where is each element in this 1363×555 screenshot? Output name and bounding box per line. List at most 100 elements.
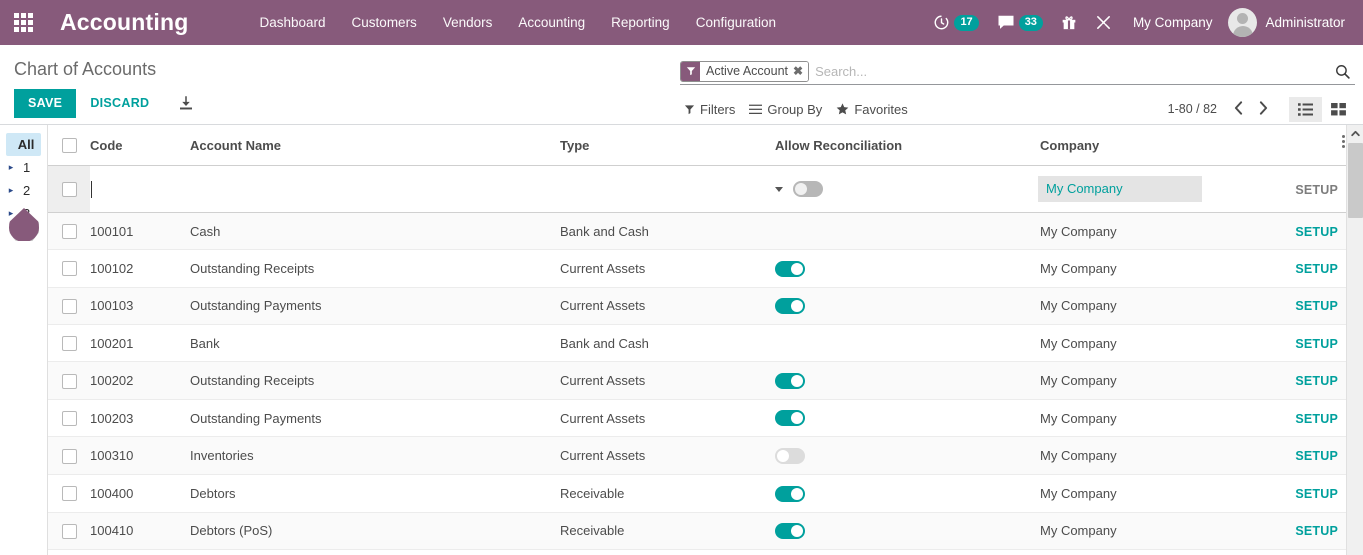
checkbox-icon[interactable] [62,224,77,239]
cell-code[interactable] [90,166,190,213]
messages-button[interactable]: 33 [988,0,1052,45]
cell-company[interactable]: My Company [1040,250,1280,288]
column-header-account-name[interactable]: Account Name [190,125,560,166]
pager-next-button[interactable] [1252,99,1275,120]
table-row[interactable]: My Company SETUP [48,166,1348,213]
setup-button[interactable]: SETUP [1295,337,1338,351]
table-row[interactable]: 100203Outstanding PaymentsCurrent Assets… [48,399,1348,437]
cell-code[interactable]: 100201 [90,325,190,362]
cell-company[interactable]: My Company [1040,512,1280,550]
cell-type[interactable]: Bank and Cash [560,325,775,362]
cell-type[interactable]: Receivable [560,512,775,550]
cell-type[interactable] [560,166,775,213]
apps-menu-button[interactable] [0,0,46,45]
cell-account-name[interactable]: Outstanding Payments [190,399,560,437]
cell-account-name[interactable]: Bank [190,325,560,362]
company-m2o-input[interactable]: My Company [1038,176,1202,202]
checkbox-icon[interactable] [62,486,77,501]
cell-code[interactable]: 100310 [90,437,190,475]
cell-type[interactable]: Current Assets [560,250,775,288]
cell-code[interactable]: 100101 [90,213,190,250]
search-icon[interactable] [1328,63,1355,80]
cell-company[interactable]: My Company [1040,325,1280,362]
kanban-view-button[interactable] [1322,97,1355,122]
debug-tools-button[interactable] [1086,0,1121,45]
reconciliation-toggle[interactable] [775,448,805,464]
cell-company[interactable]: My Company [1040,475,1280,513]
cell-account-name[interactable] [190,166,560,213]
caret-right-icon[interactable]: ▸ [4,162,18,173]
table-row[interactable]: 100202Outstanding ReceiptsCurrent Assets… [48,362,1348,400]
setup-button[interactable]: SETUP [1295,225,1338,239]
cell-account-name[interactable]: Outstanding Receipts [190,250,560,288]
cell-company[interactable]: My Company [1040,362,1280,400]
setup-button[interactable]: SETUP [1295,374,1338,388]
cell-code[interactable]: 100510 [90,550,190,555]
setup-button[interactable]: SETUP [1295,262,1338,276]
vertical-scrollbar[interactable] [1346,125,1363,555]
caret-right-icon[interactable]: ▸ [4,208,18,219]
reconciliation-toggle[interactable] [775,523,805,539]
cell-code[interactable]: 100202 [90,362,190,400]
menu-item-dashboard[interactable]: Dashboard [247,0,339,45]
cell-code[interactable]: 100102 [90,250,190,288]
cell-company[interactable]: My Company [1040,287,1280,325]
setup-button[interactable]: SETUP [1295,449,1338,463]
cell-account-name[interactable]: Outstanding Payments [190,287,560,325]
pager-count[interactable]: 1-80 / 82 [1168,102,1225,116]
menu-item-accounting[interactable]: Accounting [505,0,598,45]
reconciliation-toggle[interactable] [775,486,805,502]
table-row[interactable]: 100201BankBank and Cash My Company SETUP [48,325,1348,362]
cell-account-name[interactable]: Debtors [190,475,560,513]
activities-button[interactable]: 17 [924,0,987,45]
setup-button[interactable]: SETUP [1295,299,1338,313]
menu-item-reporting[interactable]: Reporting [598,0,683,45]
checkbox-icon[interactable] [62,411,77,426]
table-row[interactable]: 100101CashBank and CashMy CompanySETUP [48,213,1348,250]
discard-button[interactable]: DISCARD [76,89,163,118]
table-row[interactable]: 100310InventoriesCurrent Assets My Compan… [48,437,1348,475]
dropdown-caret-icon[interactable] [775,187,783,192]
cell-code[interactable]: 100203 [90,399,190,437]
checkbox-icon[interactable] [62,138,77,153]
sidebar-item-2[interactable]: ▸ 2 [0,179,47,202]
cell-type[interactable]: Receivable [560,475,775,513]
checkbox-icon[interactable] [62,261,77,276]
scroll-up-button[interactable] [1347,125,1363,142]
company-switcher[interactable]: My Company [1121,0,1225,45]
cell-type[interactable]: Current Assets [560,550,775,555]
setup-button[interactable]: SETUP [1295,412,1338,426]
vertical-dots-icon[interactable] [1342,135,1345,148]
cell-account-name[interactable]: Inventories [190,437,560,475]
reconciliation-toggle[interactable] [775,410,805,426]
cell-code[interactable]: 100410 [90,512,190,550]
menu-item-customers[interactable]: Customers [339,0,430,45]
sidebar-item-all[interactable]: All [6,133,41,156]
table-row[interactable]: 100102Outstanding ReceiptsCurrent Assets… [48,250,1348,288]
cell-account-name[interactable]: Debtors (PoS) [190,512,560,550]
cell-type[interactable]: Current Assets [560,287,775,325]
cell-account-name[interactable]: SGST Receivable [190,550,560,555]
cell-type[interactable]: Current Assets [560,437,775,475]
cell-company[interactable]: My Company [1040,166,1280,213]
sidebar-item-3[interactable]: ▸ 3 [0,202,47,225]
checkbox-icon[interactable] [62,524,77,539]
cell-code[interactable]: 100400 [90,475,190,513]
setup-button[interactable]: SETUP [1295,183,1338,197]
menu-item-vendors[interactable]: Vendors [430,0,506,45]
save-button[interactable]: SAVE [14,89,76,118]
cell-company[interactable]: My Company [1040,399,1280,437]
import-button[interactable] [167,88,205,118]
cell-company[interactable]: My Company [1040,550,1280,555]
setup-button[interactable]: SETUP [1295,524,1338,538]
checkbox-icon[interactable] [62,299,77,314]
cell-code[interactable]: 100103 [90,287,190,325]
caret-right-icon[interactable]: ▸ [4,185,18,196]
column-header-allow-reconciliation[interactable]: Allow Reconciliation [775,125,1040,166]
gift-button[interactable] [1052,0,1086,45]
table-row[interactable]: 100410Debtors (PoS)Receivable My Company S… [48,512,1348,550]
sidebar-item-1[interactable]: ▸ 1 [0,156,47,179]
table-row[interactable]: 100400DebtorsReceivableMy CompanySETUP [48,475,1348,513]
cell-company[interactable]: My Company [1040,437,1280,475]
scrollbar-thumb[interactable] [1348,143,1363,218]
